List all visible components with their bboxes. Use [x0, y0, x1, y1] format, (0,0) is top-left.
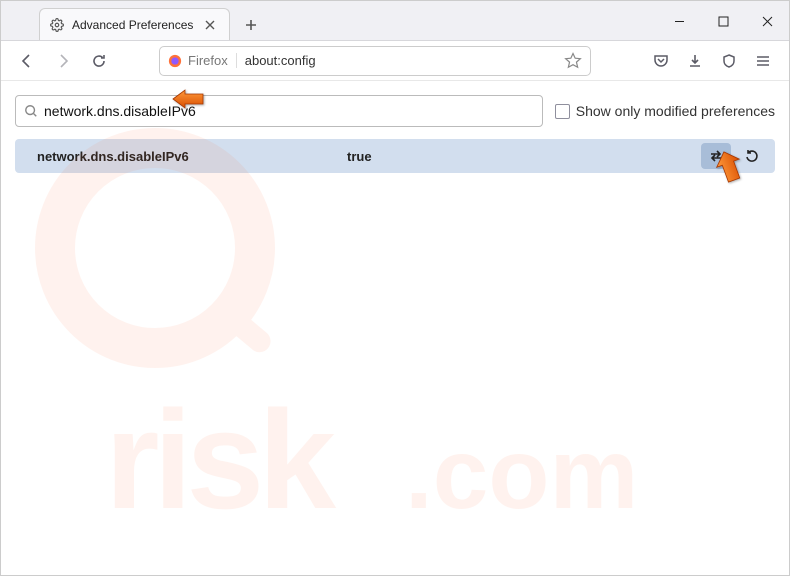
- browser-window: Advanced Preferences: [0, 0, 790, 576]
- pref-value: true: [347, 149, 701, 164]
- tab-title: Advanced Preferences: [72, 18, 193, 32]
- search-icon: [24, 104, 38, 118]
- back-button[interactable]: [11, 45, 43, 77]
- config-search-input[interactable]: [44, 103, 534, 119]
- show-modified-row[interactable]: Show only modified preferences: [555, 103, 775, 119]
- config-search-row: Show only modified preferences: [15, 95, 775, 127]
- reload-button[interactable]: [83, 45, 115, 77]
- config-search-box[interactable]: [15, 95, 543, 127]
- pocket-icon: [653, 53, 669, 69]
- title-bar: Advanced Preferences: [1, 1, 789, 41]
- maximize-button[interactable]: [701, 1, 745, 41]
- show-modified-label: Show only modified preferences: [576, 103, 775, 119]
- firefox-icon: [168, 54, 182, 68]
- pref-row[interactable]: network.dns.disableIPv6 true: [15, 139, 775, 173]
- pref-name: network.dns.disableIPv6: [37, 149, 347, 164]
- downloads-button[interactable]: [679, 45, 711, 77]
- new-tab-button[interactable]: [236, 10, 266, 40]
- minimize-button[interactable]: [657, 1, 701, 41]
- close-icon: [205, 20, 215, 30]
- reload-icon: [91, 53, 107, 69]
- toggle-button[interactable]: [701, 143, 731, 169]
- app-menu-button[interactable]: [747, 45, 779, 77]
- url-bar[interactable]: Firefox about:config: [159, 46, 591, 76]
- identity-label: Firefox: [188, 53, 237, 68]
- reset-button[interactable]: [737, 143, 767, 169]
- tab-close-button[interactable]: [201, 16, 219, 34]
- close-icon: [762, 16, 773, 27]
- address-text: about:config: [237, 53, 564, 68]
- pref-actions: [701, 143, 767, 169]
- tab-advanced-preferences[interactable]: Advanced Preferences: [39, 8, 230, 40]
- protections-button[interactable]: [713, 45, 745, 77]
- reset-icon: [744, 148, 760, 164]
- svg-text:risk: risk: [105, 381, 336, 538]
- content-area: risk .com Show only modified preferences…: [1, 81, 789, 575]
- forward-button[interactable]: [47, 45, 79, 77]
- hamburger-icon: [755, 53, 771, 69]
- close-window-button[interactable]: [745, 1, 789, 41]
- gear-icon: [50, 18, 64, 32]
- svg-text:.com: .com: [405, 418, 638, 530]
- plus-icon: [245, 19, 257, 31]
- show-modified-checkbox[interactable]: [555, 104, 570, 119]
- tab-strip-leading: [1, 1, 39, 40]
- arrow-left-icon: [19, 53, 35, 69]
- maximize-icon: [718, 16, 729, 27]
- minimize-icon: [674, 16, 685, 27]
- toolbar-right: [645, 45, 779, 77]
- bookmark-star-icon[interactable]: [564, 52, 582, 70]
- arrow-right-icon: [55, 53, 71, 69]
- pocket-button[interactable]: [645, 45, 677, 77]
- download-icon: [687, 53, 703, 69]
- window-controls: [657, 1, 789, 40]
- shield-icon: [721, 53, 737, 69]
- nav-toolbar: Firefox about:config: [1, 41, 789, 81]
- toggle-arrows-icon: [708, 148, 724, 164]
